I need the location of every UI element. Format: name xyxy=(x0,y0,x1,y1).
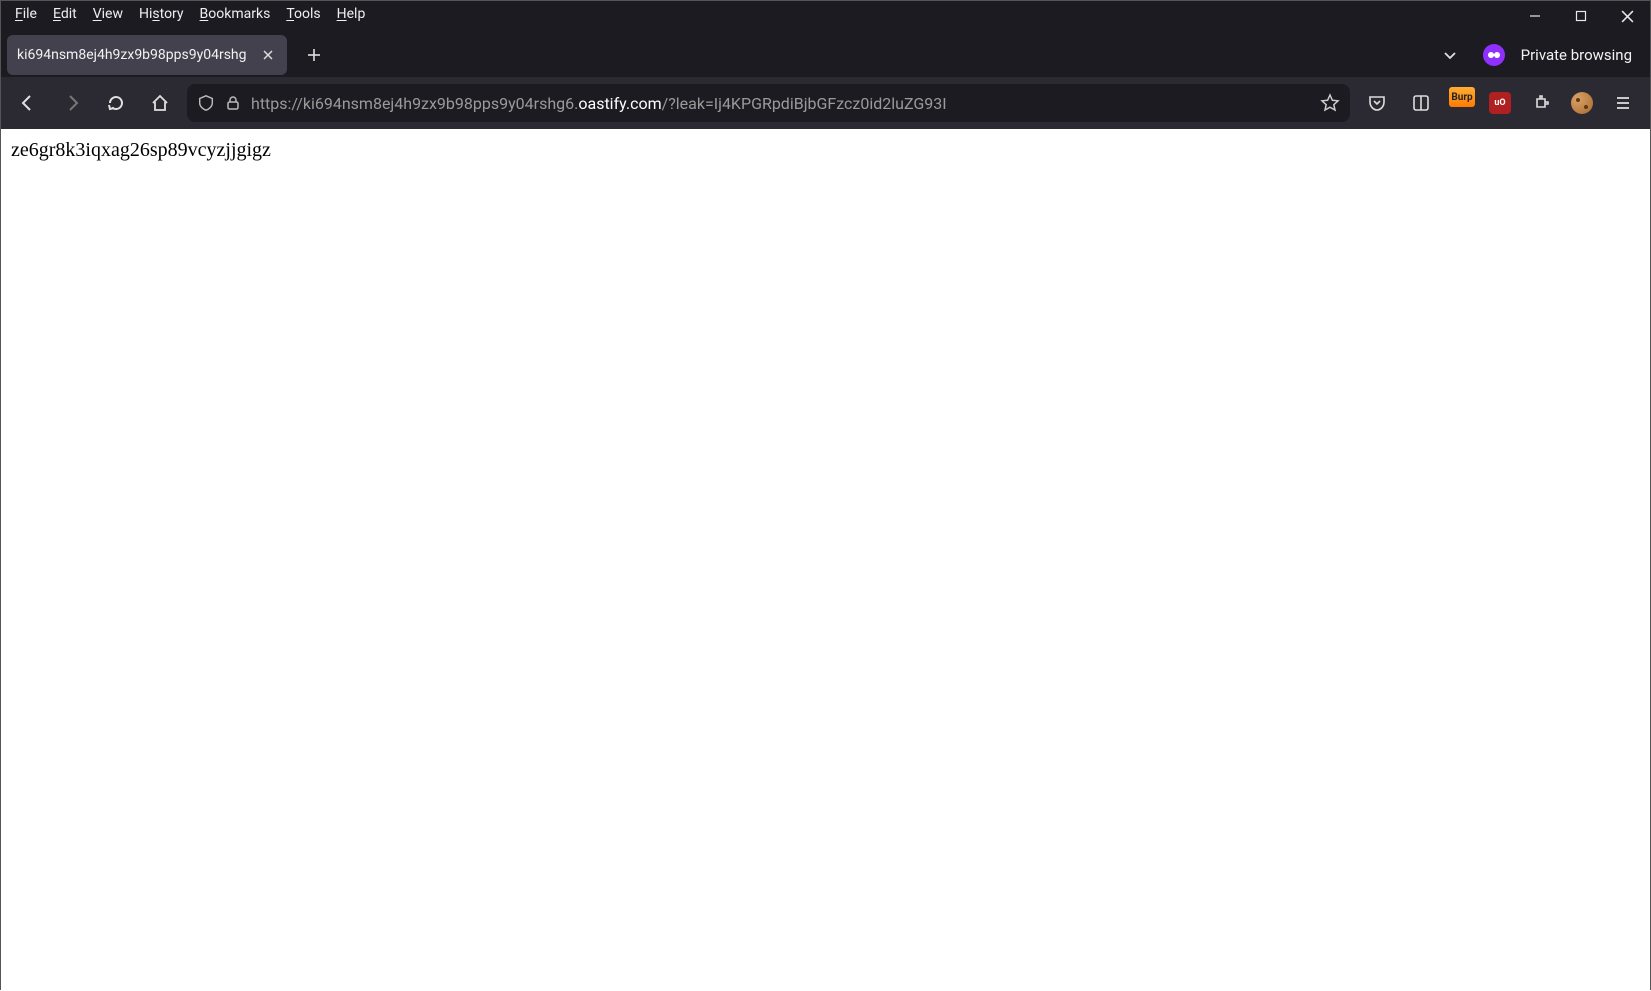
app-menu-button[interactable] xyxy=(1606,86,1640,120)
ublock-extension-icon[interactable]: uO xyxy=(1486,89,1514,117)
back-button[interactable] xyxy=(11,86,45,120)
tab-close-button[interactable] xyxy=(259,46,277,64)
list-all-tabs-button[interactable] xyxy=(1433,38,1467,72)
page-content: ze6gr8k3iqxag26sp89vcyzjjgigz xyxy=(1,129,1650,991)
url-bar[interactable]: https://ki694nsm8ej4h9zx9b98pps9y04rshg6… xyxy=(187,84,1350,122)
shield-icon[interactable] xyxy=(197,94,215,112)
menu-help[interactable]: Help xyxy=(329,4,374,24)
bookmark-star-icon[interactable] xyxy=(1320,93,1340,113)
cookie-extension-icon[interactable] xyxy=(1568,89,1596,117)
tab-title: ki694nsm8ej4h9zx9b98pps9y04rshg xyxy=(17,47,251,63)
menu-history[interactable]: History xyxy=(131,4,192,24)
private-browsing-icon xyxy=(1483,44,1505,66)
window-controls xyxy=(1512,1,1650,31)
maximize-button[interactable] xyxy=(1558,1,1604,31)
lock-icon[interactable] xyxy=(225,95,241,111)
new-tab-button[interactable] xyxy=(297,38,331,72)
close-window-button[interactable] xyxy=(1604,1,1650,31)
menu-view[interactable]: View xyxy=(85,4,131,24)
home-button[interactable] xyxy=(143,86,177,120)
menu-bar: File Edit View History Bookmarks Tools H… xyxy=(1,1,1650,27)
menu-file[interactable]: File xyxy=(7,4,45,24)
menu-edit[interactable]: Edit xyxy=(45,4,85,24)
reader-view-button[interactable] xyxy=(1404,86,1438,120)
pocket-button[interactable] xyxy=(1360,86,1394,120)
navigation-toolbar: https://ki694nsm8ej4h9zx9b98pps9y04rshg6… xyxy=(1,77,1650,129)
tab-strip: ki694nsm8ej4h9zx9b98pps9y04rshg Private … xyxy=(1,27,1650,77)
burp-extension-icon[interactable]: Burp xyxy=(1448,89,1476,117)
forward-button[interactable] xyxy=(55,86,89,120)
page-body-text: ze6gr8k3iqxag26sp89vcyzjjgigz xyxy=(11,139,271,161)
browser-tab[interactable]: ki694nsm8ej4h9zx9b98pps9y04rshg xyxy=(7,35,287,75)
minimize-button[interactable] xyxy=(1512,1,1558,31)
url-text: https://ki694nsm8ej4h9zx9b98pps9y04rshg6… xyxy=(251,94,1310,113)
extensions-button[interactable] xyxy=(1524,86,1558,120)
menu-bookmarks[interactable]: Bookmarks xyxy=(192,4,279,24)
private-browsing-label: Private browsing xyxy=(1521,46,1632,64)
reload-button[interactable] xyxy=(99,86,133,120)
menu-tools[interactable]: Tools xyxy=(278,4,328,24)
